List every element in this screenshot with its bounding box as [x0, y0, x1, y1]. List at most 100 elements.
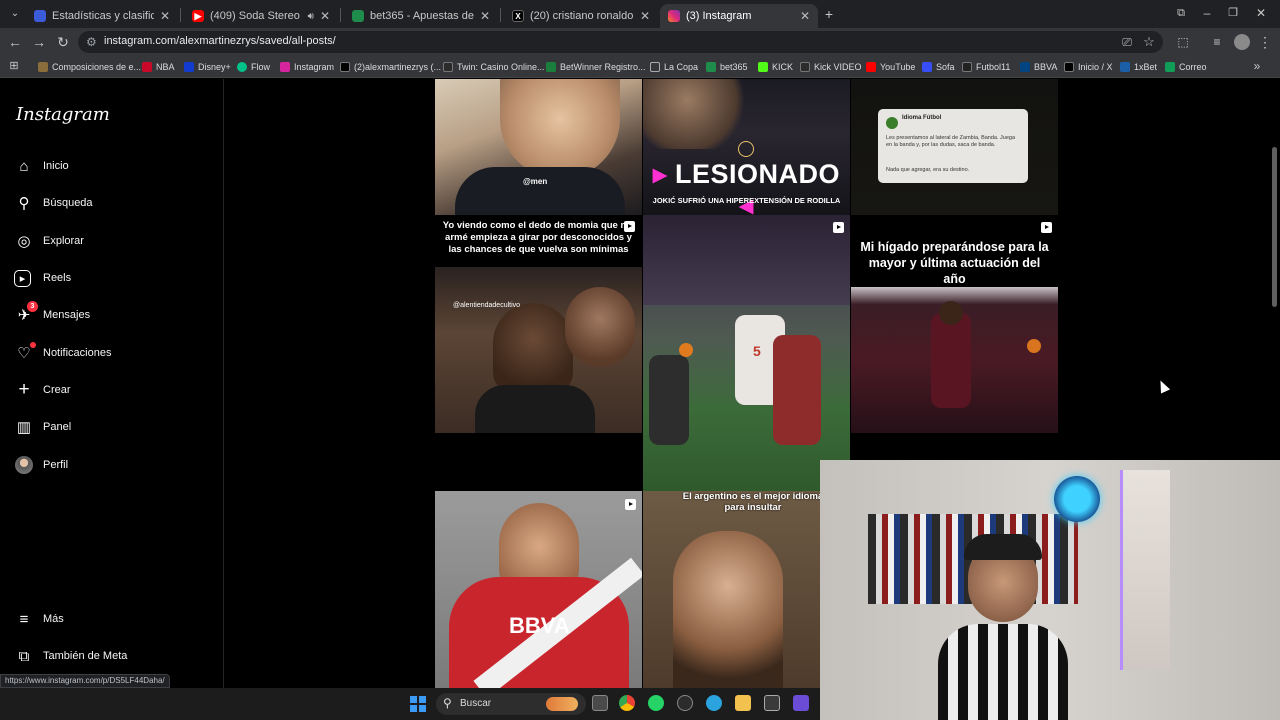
sidebar-item-mensajes[interactable]: ✈ 3 Mensajes: [14, 301, 90, 327]
restore-icon[interactable]: ❐: [1224, 4, 1242, 22]
scrollbar-thumb[interactable]: [1272, 147, 1277, 307]
bookmark-label: KICK: [772, 62, 794, 72]
back-icon[interactable]: ←: [6, 33, 24, 51]
post-1[interactable]: @men Yo viendo como el dedo de momia que…: [435, 79, 642, 267]
bookmark-sofa[interactable]: Sofa: [922, 60, 955, 74]
reload-icon[interactable]: ↻: [54, 33, 72, 51]
speaker-icon[interactable]: 🔊︎: [308, 11, 314, 22]
close-icon[interactable]: ✕: [160, 9, 170, 23]
post-2[interactable]: ▸ LESIONADO ◂ JOKIĆ SUFRIÓ UNA HIPEREXTE…: [643, 79, 850, 215]
close-icon[interactable]: ✕: [320, 9, 330, 23]
post-5[interactable]: 5: [643, 215, 850, 491]
more-bookmarks-icon[interactable]: »: [1248, 57, 1266, 75]
instagram-logo[interactable]: Instagram: [16, 104, 110, 125]
post-7[interactable]: BBVA: [435, 491, 642, 688]
address-bar[interactable]: ⚙ instagram.com/alexmartinezrys/saved/al…: [78, 31, 1163, 53]
apps-grid-icon[interactable]: ⊞: [5, 57, 23, 75]
whatsapp-icon[interactable]: [648, 695, 664, 711]
bookmark-correo[interactable]: Correo: [1165, 60, 1207, 74]
webcam-shelf: [1120, 470, 1170, 670]
telegram-icon[interactable]: [706, 695, 722, 711]
post-handle: @alentiendadecultivo: [453, 302, 521, 309]
task-view-icon[interactable]: [592, 695, 608, 711]
sidebar-item-reels[interactable]: ▸ Reels: [14, 266, 71, 290]
new-tab-icon[interactable]: +: [820, 5, 838, 23]
post-6[interactable]: Mi hígado preparándose para la mayor y ú…: [851, 215, 1058, 433]
sidebar-item-explorar[interactable]: ◎ Explorar: [14, 229, 84, 253]
futbol11-icon: [962, 62, 972, 72]
bookmark-youtube[interactable]: YouTube: [866, 60, 915, 74]
bookmark-tiktok[interactable]: (2)alexmartinezrys (...: [340, 60, 441, 74]
bookmark-composiciones[interactable]: Composiciones de e...: [38, 60, 141, 74]
mail-icon: [1165, 62, 1175, 72]
profile-avatar-icon[interactable]: [1234, 34, 1250, 50]
tab-3[interactable]: bet365 - Apuestas deportivas e ✕: [344, 4, 498, 28]
tab-title: (409) Soda Stereo - En La Ci: [210, 10, 302, 22]
close-icon[interactable]: ✕: [480, 9, 490, 23]
reels-icon: ▸: [14, 269, 31, 287]
tab-4[interactable]: X (20) cristiano ronaldo - Buscar / ✕: [504, 4, 658, 28]
jersey-number: 5: [753, 343, 761, 359]
close-window-icon[interactable]: ✕: [1252, 4, 1270, 22]
chrome-icon[interactable]: [619, 695, 635, 711]
sidebar-item-inicio[interactable]: ⌂ Inicio: [14, 154, 68, 178]
more-menu-icon[interactable]: ⋮: [1256, 33, 1274, 51]
bookmark-star-icon[interactable]: ☆: [1140, 33, 1158, 51]
bookmark-twin[interactable]: Twin: Casino Online...: [443, 60, 545, 74]
meta-apps-icon: ⧉: [18, 647, 30, 665]
post-4[interactable]: @alentiendadecultivo: [435, 267, 642, 433]
bookmark-instagram[interactable]: Instagram: [280, 60, 334, 74]
install-app-icon[interactable]: ⎚: [1118, 33, 1136, 51]
bookmark-disney[interactable]: Disney+: [184, 60, 231, 74]
bookmark-flow[interactable]: Flow: [237, 60, 270, 74]
sidebar-item-tambien-de-meta[interactable]: ⧉ También de Meta: [14, 644, 128, 668]
bookmark-bbva[interactable]: BBVA: [1020, 60, 1057, 74]
sidebar-item-panel[interactable]: ▥ Panel: [14, 415, 71, 439]
site-info-icon[interactable]: ⚙: [86, 35, 97, 49]
bookmark-betwinner[interactable]: BetWinner Registro...: [546, 60, 646, 74]
tab-2[interactable]: ▶ (409) Soda Stereo - En La Ci 🔊︎ ✕: [184, 4, 338, 28]
bookmark-kick-video[interactable]: Kick VIDEO: [800, 60, 862, 74]
sidebar-item-label: Más: [43, 613, 64, 625]
taskbar-search[interactable]: ⚲ Buscar: [436, 693, 586, 715]
bookmark-label: bet365: [720, 62, 748, 72]
bookmark-1xbet[interactable]: 1xBet: [1120, 60, 1157, 74]
windows-start-icon[interactable]: [410, 696, 426, 712]
tab-separator: [340, 8, 341, 22]
sidebar-item-crear[interactable]: + Crear: [14, 378, 70, 402]
bookmark-kick[interactable]: KICK: [758, 60, 793, 74]
heart-icon: ♡: [14, 342, 36, 363]
bookmark-x[interactable]: Inicio / X: [1064, 60, 1113, 74]
tab-title: bet365 - Apuestas deportivas e: [370, 10, 474, 22]
file-explorer-icon[interactable]: [735, 695, 751, 711]
sidebar-item-label: Panel: [43, 421, 72, 433]
tab-instagram-active[interactable]: (3) Instagram ✕: [660, 4, 818, 28]
post-3[interactable]: Idioma Fútbol Les presentamos al lateral…: [851, 79, 1058, 215]
url-text[interactable]: instagram.com/alexmartinezrys/saved/all-…: [104, 35, 336, 47]
app-icon[interactable]: [764, 695, 780, 711]
avatar: [14, 455, 34, 475]
sidebar-item-perfil[interactable]: Perfil: [14, 453, 68, 477]
media-control-icon[interactable]: ≡: [1208, 33, 1226, 51]
forward-icon[interactable]: →: [30, 33, 48, 51]
bookmark-bet365[interactable]: bet365: [706, 60, 748, 74]
app-grid-icon[interactable]: [793, 695, 809, 711]
bookmark-nba[interactable]: NBA: [142, 60, 175, 74]
bookmark-la-copa[interactable]: La Copa: [650, 60, 698, 74]
close-icon[interactable]: ✕: [640, 9, 650, 23]
close-icon[interactable]: ✕: [800, 9, 810, 23]
tab-favicon: [34, 10, 46, 22]
window-search-icon[interactable]: ⧉: [1172, 4, 1190, 22]
webcam-streamer: [938, 514, 1068, 720]
sidebar-item-busqueda[interactable]: ⚲ Búsqueda: [14, 191, 93, 215]
bookmark-futbol11[interactable]: Futbol11: [962, 60, 1010, 74]
game-app-icon[interactable]: [677, 695, 693, 711]
tab-list-icon[interactable]: ⌄: [6, 5, 24, 23]
extensions-icon[interactable]: ⬚: [1174, 33, 1192, 51]
tab-1[interactable]: Estadísticas y clasificación de M ✕: [26, 4, 178, 28]
sidebar-item-mas[interactable]: ≡ Más: [14, 607, 64, 631]
sidebar-item-notificaciones[interactable]: ♡ Notificaciones: [14, 341, 111, 365]
post-8[interactable]: El argentino es el mejor idioma para ins…: [643, 491, 820, 688]
minimize-icon[interactable]: –: [1198, 4, 1216, 22]
post-image-ball: [679, 343, 693, 357]
